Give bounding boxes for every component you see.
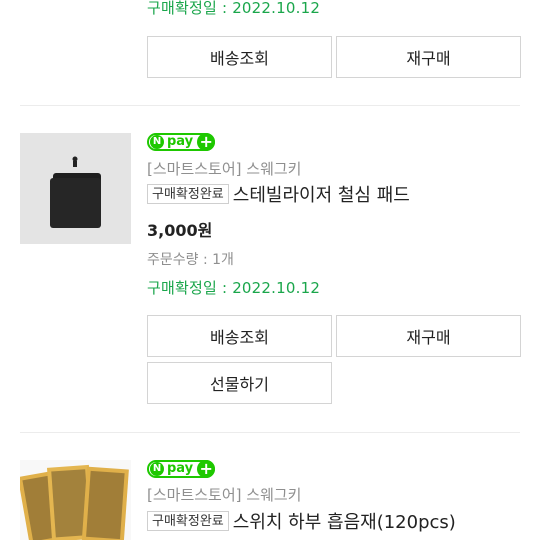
product-title-row[interactable]: 구매확정완료 스테빌라이저 철심 패드	[147, 181, 410, 207]
npay-label: pay	[167, 461, 194, 476]
status-badge: 구매확정완료	[147, 184, 229, 204]
product-price: 3,000원	[147, 221, 213, 240]
product-title-row[interactable]: 구매확정완료 스위치 하부 흡음재(120pcs)	[147, 508, 456, 534]
delivery-tracking-button[interactable]: 배송조회	[147, 315, 332, 357]
order-divider	[20, 105, 520, 106]
gift-button[interactable]: 선물하기	[147, 362, 332, 404]
store-name[interactable]: [스마트스토어] 스웨그키	[147, 158, 301, 179]
plus-icon: +	[197, 133, 216, 151]
npay-n-icon: N	[150, 135, 164, 149]
product-image[interactable]	[20, 133, 131, 244]
confirm-date: 구매확정일 : 2022.10.12	[147, 279, 321, 297]
rebuy-button[interactable]: 재구매	[336, 36, 521, 78]
rebuy-button[interactable]: 재구매	[336, 315, 521, 357]
order-divider	[20, 432, 520, 433]
npay-label: pay	[167, 134, 194, 149]
npay-plus-badge: N pay +	[147, 133, 216, 151]
npay-plus-badge: N pay +	[147, 460, 216, 478]
product-image[interactable]	[20, 460, 131, 540]
plus-icon: +	[197, 460, 216, 478]
confirm-date: 구매확정일 : 2022.10.12	[147, 0, 321, 17]
store-name[interactable]: [스마트스토어] 스웨그키	[147, 484, 301, 505]
status-badge: 구매확정완료	[147, 511, 229, 531]
product-name[interactable]: 스테빌라이저 철심 패드	[233, 185, 410, 206]
sound-dampener-image	[20, 460, 131, 540]
order-quantity: 주문수량 : 1개	[147, 252, 234, 268]
product-name[interactable]: 스위치 하부 흡음재(120pcs)	[233, 512, 456, 533]
stabilizer-pad-image	[20, 133, 131, 244]
npay-n-icon: N	[150, 462, 164, 476]
delivery-tracking-button[interactable]: 배송조회	[147, 36, 332, 78]
